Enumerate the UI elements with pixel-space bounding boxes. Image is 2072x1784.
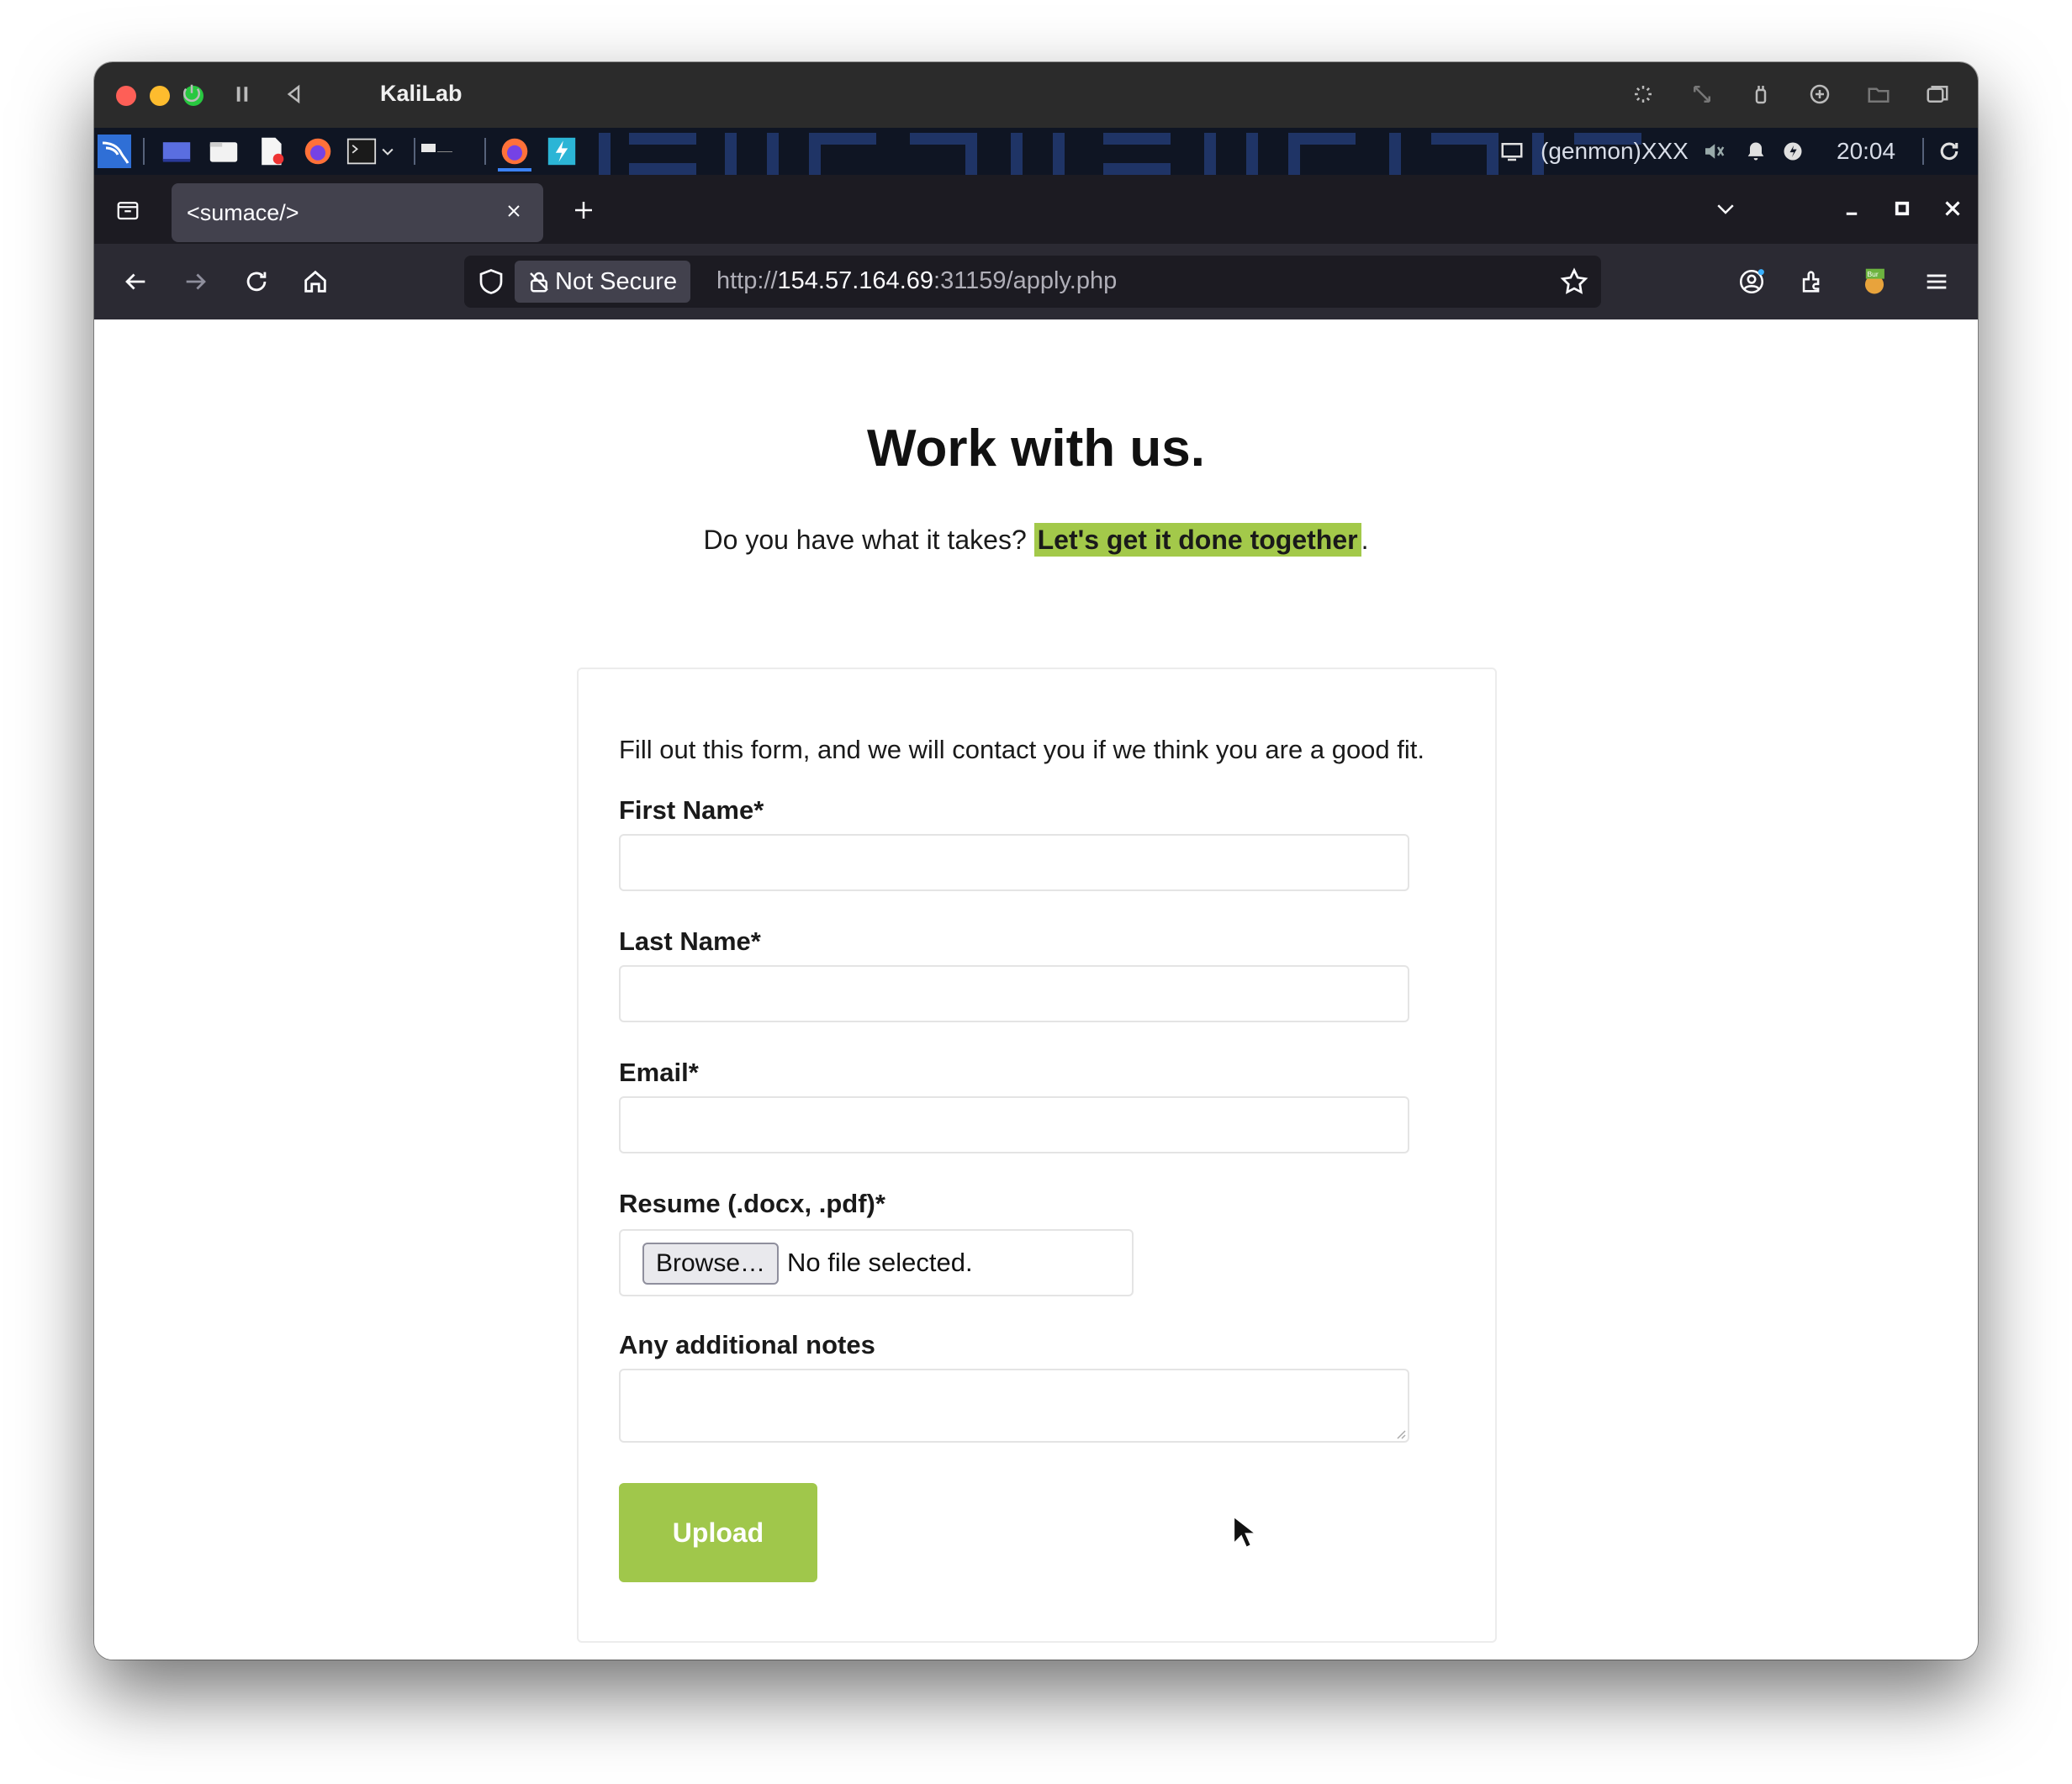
panel-background-pattern — [599, 133, 1641, 175]
kali-panel: (genmon)XXX 20:04 — [94, 128, 1978, 175]
browse-button[interactable]: Browse… — [642, 1243, 779, 1285]
usb-icon[interactable] — [1744, 77, 1778, 111]
subtitle-prefix: Do you have what it takes? — [703, 525, 1034, 555]
firefox-view-icon[interactable] — [109, 192, 146, 229]
last-name-label: Last Name* — [619, 926, 761, 956]
list-tabs-icon[interactable] — [1707, 190, 1744, 227]
back-icon[interactable] — [116, 262, 155, 301]
vm-titlebar: KaliLab — [94, 62, 1978, 128]
account-icon[interactable] — [1732, 262, 1771, 301]
display-icon[interactable] — [1495, 135, 1529, 168]
vm-window: KaliLab (genmon)XXX 20:04 <sumace/> Not … — [94, 62, 1978, 1660]
terminal-icon[interactable] — [345, 135, 378, 168]
tracking-protection-icon[interactable] — [476, 267, 506, 297]
tab-bar: <sumace/> — [94, 175, 1978, 244]
text-editor-icon[interactable] — [254, 135, 288, 168]
home-icon[interactable] — [296, 262, 335, 301]
notes-textarea[interactable] — [619, 1369, 1409, 1443]
power-manager-icon[interactable] — [1776, 135, 1810, 168]
close-window-button[interactable] — [116, 86, 136, 106]
notes-label: Any additional notes — [619, 1330, 875, 1359]
burp-badge-text: Bur — [1868, 270, 1879, 278]
subtitle-suffix: . — [1361, 525, 1369, 555]
insecure-lock-icon — [530, 272, 548, 293]
email-input[interactable] — [619, 1096, 1409, 1153]
minimize-window-button[interactable] — [150, 86, 170, 106]
url-scheme: http:// — [716, 267, 778, 294]
burp-window-icon[interactable] — [545, 135, 579, 168]
first-name-label: First Name* — [619, 795, 764, 825]
firefox-launcher-icon[interactable] — [301, 135, 335, 168]
first-name-input[interactable] — [619, 834, 1409, 891]
url-path: :31159/apply.php — [933, 267, 1118, 294]
chevron-down-icon[interactable] — [377, 135, 399, 168]
extensions-icon[interactable] — [1793, 262, 1832, 301]
mouse-cursor-icon — [1232, 1514, 1256, 1549]
nav-bar: Not Secure http://154.57.164.69:31159/ap… — [94, 244, 1978, 320]
not-secure-label: Not Secure — [555, 267, 678, 295]
tab-active[interactable]: <sumace/> — [172, 183, 543, 242]
brightness-icon[interactable] — [1626, 77, 1660, 111]
back-triangle-icon[interactable] — [278, 77, 311, 111]
url-bar[interactable]: Not Secure http://154.57.164.69:31159/ap… — [464, 256, 1601, 308]
forward-icon[interactable] — [177, 262, 215, 301]
minimize-icon[interactable] — [1833, 190, 1870, 227]
shared-folder-icon[interactable] — [1862, 77, 1895, 111]
bookmark-star-icon[interactable] — [1559, 267, 1589, 297]
muted-volume-icon[interactable] — [1697, 135, 1731, 168]
workspace-switcher-icon[interactable] — [420, 135, 454, 168]
maximize-icon[interactable] — [1884, 190, 1921, 227]
page-subtitle: Do you have what it takes? Let's get it … — [94, 523, 1978, 557]
upload-button[interactable]: Upload — [619, 1483, 817, 1582]
power-icon[interactable] — [175, 77, 209, 111]
kali-menu-icon[interactable] — [98, 135, 131, 168]
burp-extension-icon[interactable]: Bur — [1855, 262, 1894, 301]
tab-title: <sumace/> — [187, 200, 299, 225]
pause-icon[interactable] — [225, 77, 259, 111]
close-icon[interactable] — [1934, 190, 1971, 227]
url-host: 154.57.164.69 — [777, 267, 934, 294]
reload-icon[interactable] — [237, 262, 276, 301]
refresh-session-icon[interactable] — [1932, 135, 1966, 168]
resume-file-input[interactable]: Browse… No file selected. — [619, 1229, 1134, 1296]
genmon-text: (genmon)XXX — [1541, 138, 1689, 164]
site-security-button[interactable]: Not Secure — [515, 261, 691, 303]
email-label: Email* — [619, 1058, 699, 1087]
close-tab-icon[interactable] — [500, 197, 528, 225]
page-title: Work with us. — [867, 420, 1205, 478]
new-tab-icon[interactable] — [565, 192, 602, 229]
firefox-window-icon[interactable] — [498, 135, 531, 172]
menu-icon[interactable] — [1917, 262, 1956, 301]
resize-grip-icon[interactable] — [1394, 1428, 1406, 1439]
network-icon[interactable] — [1803, 77, 1837, 111]
resize-icon[interactable] — [1685, 77, 1719, 111]
page-content: Work with us. Do you have what it takes?… — [94, 319, 1978, 1660]
desktop-icon[interactable] — [160, 135, 193, 168]
vm-title: KaliLab — [380, 81, 462, 106]
form-intro: Fill out this form, and we will contact … — [619, 735, 1425, 764]
clock-text: 20:04 — [1837, 138, 1896, 164]
last-name-input[interactable] — [619, 965, 1409, 1022]
bell-icon[interactable] — [1739, 135, 1773, 168]
file-manager-icon[interactable] — [207, 135, 240, 168]
file-status: No file selected. — [787, 1248, 973, 1277]
url-text[interactable]: http://154.57.164.69:31159/apply.php — [716, 267, 1117, 295]
resume-label: Resume (.docx, .pdf)* — [619, 1189, 885, 1218]
application-form: Fill out this form, and we will contact … — [577, 668, 1497, 1643]
subtitle-highlight: Let's get it done together — [1033, 523, 1361, 557]
windows-icon[interactable] — [1921, 77, 1954, 111]
